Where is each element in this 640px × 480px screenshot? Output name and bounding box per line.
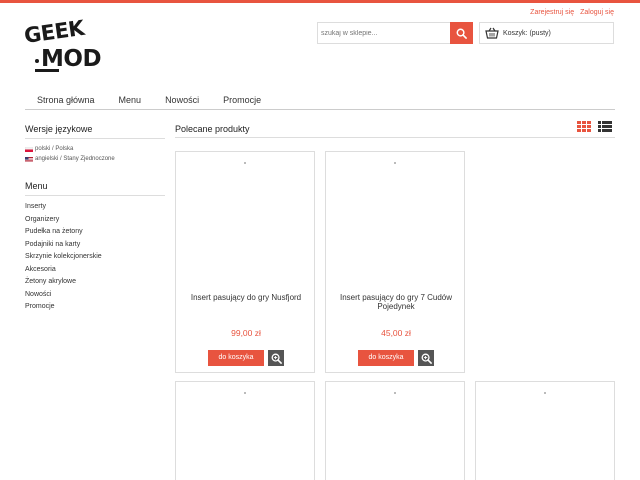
logo-text-top: GEEK (22, 15, 86, 48)
basket-icon (485, 27, 499, 39)
category-item-accessories[interactable]: Akcesoria (25, 264, 165, 277)
product-price: 45,00 zł (381, 328, 411, 338)
product-image[interactable] (544, 392, 546, 394)
category-item-card-dispensers[interactable]: Podajniki na karty (25, 239, 165, 252)
product-card[interactable] (475, 381, 615, 480)
language-option-pl[interactable]: polski / Polska (25, 144, 165, 154)
language-option-en[interactable]: angielski / Stany Zjednoczone (25, 154, 165, 164)
category-item-acrylic-tokens[interactable]: Żetony akrylowe (25, 276, 165, 289)
languages-heading: Wersje językowe (25, 124, 165, 139)
list-view-icon[interactable] (598, 121, 612, 132)
nav-item-menu[interactable]: Menu (107, 92, 154, 109)
category-item-token-boxes[interactable]: Pudełka na żetony (25, 226, 165, 239)
search-input[interactable] (317, 22, 450, 44)
cart-label: Koszyk: (pusty) (503, 29, 551, 37)
top-accent-bar (0, 0, 640, 3)
category-item-promotions[interactable]: Promocje (25, 301, 165, 314)
category-item-inserts[interactable]: Inserty (25, 201, 165, 214)
product-card[interactable]: Insert pasujący do gry 7 Cudów Pojedynek… (325, 151, 465, 373)
quick-view-button[interactable] (418, 350, 434, 366)
category-menu: Inserty Organizery Pudełka na żetony Pod… (25, 201, 165, 314)
main-nav: Strona główna Menu Nowości Promocje (25, 92, 615, 110)
product-image[interactable] (394, 392, 396, 394)
nav-item-promotions[interactable]: Promocje (211, 92, 273, 109)
product-name[interactable]: Insert pasujący do gry 7 Cudów Pojedynek (336, 293, 456, 311)
cart-button[interactable]: Koszyk: (pusty) (479, 22, 614, 44)
usa-flag-icon (25, 156, 33, 162)
language-label: polski / Polska (35, 146, 74, 152)
sidebar: Wersje językowe polski / Polska angielsk… (25, 124, 165, 314)
product-card[interactable]: Insert pasujący do gry Nusfjord 99,00 zł… (175, 151, 315, 373)
search-button[interactable] (450, 22, 473, 44)
product-name[interactable]: Insert pasujący do gry Nusfjord (186, 293, 306, 302)
menu-heading: Menu (25, 181, 165, 196)
logo-underline (35, 69, 59, 72)
category-item-new[interactable]: Nowości (25, 289, 165, 302)
search-icon (456, 28, 467, 39)
magnifier-plus-icon (421, 353, 432, 364)
product-price: 99,00 zł (231, 328, 261, 338)
add-to-cart-button[interactable]: do koszyka (358, 350, 414, 366)
register-link[interactable]: Zarejestruj się (530, 9, 574, 16)
nav-item-new[interactable]: Nowości (153, 92, 211, 109)
magnifier-plus-icon (271, 353, 282, 364)
login-link[interactable]: Zaloguj się (580, 9, 614, 16)
product-card[interactable] (325, 381, 465, 480)
nav-item-home[interactable]: Strona główna (25, 92, 107, 109)
product-image[interactable] (244, 162, 246, 164)
logo[interactable]: GEEK MOD (23, 16, 117, 76)
featured-products-header: Polecane produkty (175, 121, 615, 138)
quick-view-button[interactable] (268, 350, 284, 366)
grid-view-icon[interactable] (577, 121, 591, 132)
account-links: Zarejestruj się Zaloguj się (530, 9, 614, 16)
category-item-organizers[interactable]: Organizery (25, 214, 165, 227)
logo-dot (35, 59, 39, 63)
search-form (317, 22, 473, 44)
product-image[interactable] (244, 392, 246, 394)
view-switcher (577, 121, 612, 132)
section-title: Polecane produkty (175, 124, 250, 134)
category-item-collector-chests[interactable]: Skrzynie kolekcjonerskie (25, 251, 165, 264)
product-image[interactable] (394, 162, 396, 164)
poland-flag-icon (25, 146, 33, 152)
language-label: angielski / Stany Zjednoczone (35, 156, 115, 162)
main-content: Polecane produkty (175, 121, 615, 138)
add-to-cart-button[interactable]: do koszyka (208, 350, 264, 366)
product-card[interactable] (175, 381, 315, 480)
